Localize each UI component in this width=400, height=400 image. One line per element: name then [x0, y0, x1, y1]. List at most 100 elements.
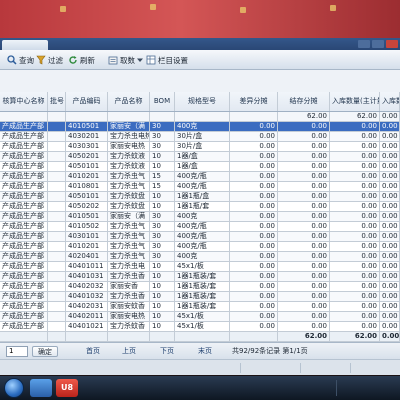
wall-decoration [60, 6, 66, 12]
cell-stock-alloc: 0.00 [278, 182, 330, 191]
cell-product-code: 40401032 [66, 292, 108, 301]
table-row[interactable]: 产成品生产部 40401031 宝力杀虫香 10 1器1瓶装/套 0.00 0.00 0.00… [0, 272, 400, 282]
cell-qty: 0.00 [380, 302, 400, 311]
query-area [0, 70, 400, 92]
cell-product-name: 宝力杀虫香 [108, 272, 150, 281]
fetch-icon [108, 56, 118, 65]
cell-qty-main: 0.00 [330, 312, 380, 321]
cell-product-code: 4010801 [66, 182, 108, 191]
cell-product-name: 宝力杀蚊液 [108, 152, 150, 161]
table-row[interactable]: 产成品生产部 4010201 宝力杀虫气 15 400克/瓶 0.00 0.00 0.00 0.… [0, 172, 400, 182]
browser-icon[interactable] [30, 379, 52, 397]
cell-center-name: 产成品生产部 [0, 142, 48, 151]
table-row[interactable]: 产成品生产部 4030101 宝力杀虫气 30 400克/瓶 0.00 0.00 0.00 0.… [0, 232, 400, 242]
cell-qty: 0.00 [380, 152, 400, 161]
cell-product-code [66, 112, 108, 121]
fetch-button[interactable]: 取数 [104, 52, 147, 68]
cell-bom: 30 [150, 252, 175, 261]
cell-spec: 30片/盒 [175, 142, 230, 151]
table-row[interactable]: 产成品生产部 4010501 家丽安（满 30 400克 0.00 0.00 0.00 0.00 [0, 122, 400, 132]
cell-batch [48, 212, 66, 221]
cell-stock-alloc: 0.00 [278, 272, 330, 281]
cell-qty: 0.00 [380, 112, 400, 121]
cell-spec: 400克/瓶 [175, 232, 230, 241]
table-row[interactable]: 产成品生产部 4020401 宝力杀虫气 30 400克 0.00 0.00 0.00 0.00 [0, 252, 400, 262]
column-header-qty-main[interactable]: 入库数量(主计量) [330, 92, 380, 111]
column-header-bom[interactable]: BOM [150, 92, 175, 111]
cell-qty: 0.00 [380, 312, 400, 321]
filter-button[interactable]: 过滤 [32, 52, 67, 68]
column-header-product-code[interactable]: 产品编码 [66, 92, 108, 111]
cell-product-code [66, 332, 108, 341]
cell-center-name: 产成品生产部 [0, 162, 48, 171]
status-segment [350, 363, 400, 373]
minimize-button[interactable] [358, 40, 370, 48]
cell-spec: 1器1瓶/盒 [175, 192, 230, 201]
cell-center-name: 产成品生产部 [0, 182, 48, 191]
cell-spec: 45x1/板 [175, 322, 230, 331]
column-header-stock-alloc[interactable]: 结存分摊 [278, 92, 330, 111]
window-tab[interactable] [2, 40, 48, 50]
cell-diff-alloc: 0.00 [230, 172, 278, 181]
cell-bom: 10 [150, 272, 175, 281]
summary-row[interactable]: 62.00 62.00 0.00 [0, 112, 400, 122]
column-header-product-name[interactable]: 产品名称 [108, 92, 150, 111]
column-header-diff-alloc[interactable]: 差异分摊 [230, 92, 278, 111]
cell-stock-alloc: 62.00 [278, 112, 330, 121]
first-page-link[interactable]: 首页 [86, 346, 100, 357]
columns-icon [146, 55, 156, 65]
cell-stock-alloc: 0.00 [278, 122, 330, 131]
table-row[interactable]: 产成品生产部 4030301 家丽安电热 30 30片/盒 0.00 0.00 0.00 0.0… [0, 142, 400, 152]
cell-bom: 10 [150, 262, 175, 271]
table-row[interactable]: 产成品生产部 4050201 宝力杀蚊液 10 1器/盒 0.00 0.00 0.00 0.00 [0, 152, 400, 162]
total-row[interactable]: 62.00 62.00 0.00 [0, 332, 400, 342]
close-button[interactable] [386, 40, 398, 48]
table-row[interactable]: 产成品生产部 4010801 宝力杀虫气 15 400克/瓶 0.00 0.00 0.00 0.… [0, 182, 400, 192]
wall-decoration [330, 5, 336, 11]
cell-batch [48, 302, 66, 311]
cell-product-name [108, 332, 150, 341]
cell-center-name: 产成品生产部 [0, 122, 48, 131]
cell-product-name: 宝力杀虫气 [108, 242, 150, 251]
cell-center-name: 产成品生产部 [0, 212, 48, 221]
u8-app-icon[interactable]: U8 [56, 379, 78, 397]
cell-stock-alloc: 0.00 [278, 262, 330, 271]
table-row[interactable]: 产成品生产部 4010201 宝力杀虫气 30 400克/瓶 0.00 0.00 0.00 0.… [0, 242, 400, 252]
column-header-batch[interactable]: 批号 [48, 92, 66, 111]
last-page-link[interactable]: 末页 [198, 346, 212, 357]
start-button[interactable] [4, 378, 24, 398]
cell-diff-alloc: 0.00 [230, 202, 278, 211]
cell-bom: 15 [150, 172, 175, 181]
cell-qty: 0.00 [380, 182, 400, 191]
column-header-qty[interactable]: 入库数量 [380, 92, 400, 111]
table-row[interactable]: 产成品生产部 4030201 宝力杀虫电热 30 30片/盒 0.00 0.00 0.00 0.… [0, 132, 400, 142]
cell-stock-alloc: 0.00 [278, 282, 330, 291]
confirm-button[interactable]: 确定 [32, 346, 58, 357]
table-row[interactable]: 产成品生产部 40401011 宝力杀虫电 10 45x1/板 0.00 0.00 0.00 0… [0, 262, 400, 272]
next-page-link[interactable]: 下页 [160, 346, 174, 357]
cell-product-code: 40402011 [66, 312, 108, 321]
table-row[interactable]: 产成品生产部 4050101 宝力杀蚊盘 10 1器1瓶/盒 0.00 0.00 0.00 0.… [0, 192, 400, 202]
column-header-center-name[interactable]: 核算中心名称 [0, 92, 48, 111]
cell-diff-alloc [230, 332, 278, 341]
table-row[interactable]: 产成品生产部 4010502 宝力杀虫气 30 400克/瓶 0.00 0.00 0.00 0.… [0, 222, 400, 232]
column-header-spec[interactable]: 规格型号 [175, 92, 230, 111]
table-row[interactable]: 产成品生产部 40402031 家丽安蚊香 10 1器1瓶装/套 0.00 0.00 0.00… [0, 302, 400, 312]
maximize-button[interactable] [372, 40, 384, 48]
prev-page-link[interactable]: 上页 [122, 346, 136, 357]
cell-bom: 15 [150, 182, 175, 191]
cell-stock-alloc: 0.00 [278, 222, 330, 231]
table-row[interactable]: 产成品生产部 40402011 家丽安电热 10 45x1/板 0.00 0.00 0.00 0… [0, 312, 400, 322]
table-row[interactable]: 产成品生产部 4050101 宝力杀蚊液 10 1器/盒 0.00 0.00 0.00 0.00 [0, 162, 400, 172]
table-row[interactable]: 产成品生产部 40401032 宝力杀虫香 10 1器1瓶装/套 0.00 0.00 0.00… [0, 292, 400, 302]
column-settings-button[interactable]: 栏目设置 [142, 52, 192, 68]
table-row[interactable]: 产成品生产部 4010501 家丽安（满 30 400克 0.00 0.00 0.00 0.00 [0, 212, 400, 222]
cell-spec: 1器/盒 [175, 152, 230, 161]
table-row[interactable]: 产成品生产部 40401021 宝力杀蚊香 10 45x1/板 0.00 0.00 0.00 0… [0, 322, 400, 332]
table-row[interactable]: 产成品生产部 4050202 宝力杀蚊盘 10 1器1瓶/套 0.00 0.00 0.00 0.… [0, 202, 400, 212]
table-row[interactable]: 产成品生产部 40402032 家丽安香 10 1器1瓶装/套 0.00 0.00 0.00 0… [0, 282, 400, 292]
refresh-button[interactable]: 刷新 [64, 52, 99, 68]
page-number-input[interactable] [6, 346, 28, 357]
status-segment [300, 363, 350, 373]
cell-batch [48, 132, 66, 141]
